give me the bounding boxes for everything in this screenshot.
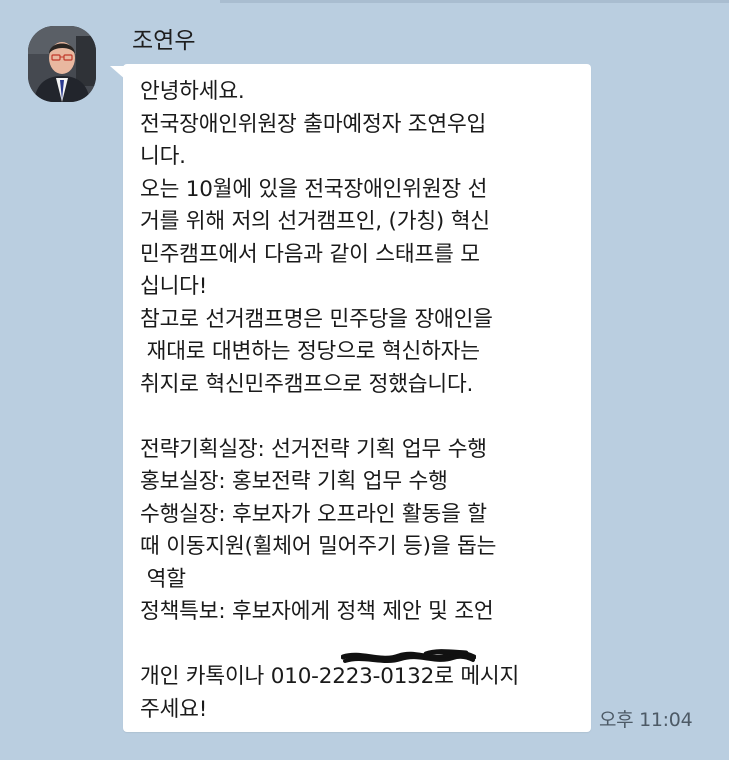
message-line: 니다. bbox=[140, 144, 186, 169]
message-line: 안녕하세요. bbox=[140, 79, 245, 104]
message-line: 재대로 대변하는 정당으로 혁신하자는 bbox=[140, 339, 480, 364]
message-line: 개인 카톡이나 010-2223-0132로 메시지 bbox=[140, 664, 520, 689]
message-line: 전략기획실장: 선거전략 기획 업무 수행 bbox=[140, 436, 487, 462]
message-line: 때 이동지원(휠체어 밀어주기 등)을 돕는 bbox=[140, 534, 497, 559]
message-bubble[interactable]: 안녕하세요. 전국장애인위원장 출마예정자 조연우입니다. 오는 10월에 있을 전… bbox=[123, 64, 591, 732]
message-line: 주세요! bbox=[140, 696, 208, 722]
avatar-photo-icon bbox=[28, 26, 96, 102]
previous-message-edge bbox=[220, 0, 729, 3]
message-line: 십니다! bbox=[140, 274, 208, 299]
message-line bbox=[140, 629, 585, 662]
message-line: 민주캠프에서 다음과 같이 스태프를 모 bbox=[140, 241, 480, 267]
message-timestamp: 오후 11:04 bbox=[599, 709, 693, 731]
message-line: 거를 위해 저의 선거캠프인, (가칭) 혁신 bbox=[140, 209, 490, 234]
message-line: 참고로 선거캠프명은 민주당을 장애인을 bbox=[140, 306, 493, 332]
sender-name: 조연우 bbox=[132, 28, 196, 54]
message-line: 역할 bbox=[140, 566, 186, 592]
message-line: 전국장애인위원장 출마예정자 조연우입 bbox=[140, 111, 487, 137]
message-line: 홍보실장: 홍보전략 기획 업무 수행 bbox=[140, 469, 448, 494]
message-line: 취지로 혁신민주캠프으로 정했습니다. bbox=[140, 371, 474, 397]
message-line bbox=[140, 401, 585, 434]
avatar[interactable] bbox=[28, 26, 96, 102]
message-text: 안녕하세요. 전국장애인위원장 출마예정자 조연우입니다. 오는 10월에 있을 전… bbox=[140, 76, 585, 726]
message-line: 오는 10월에 있을 전국장애인위원장 선 bbox=[140, 176, 488, 202]
message-line: 정책특보: 후보자에게 정책 제안 및 조언 bbox=[140, 599, 494, 624]
message-line: 수행실장: 후보자가 오프라인 활동을 할 bbox=[140, 501, 487, 527]
